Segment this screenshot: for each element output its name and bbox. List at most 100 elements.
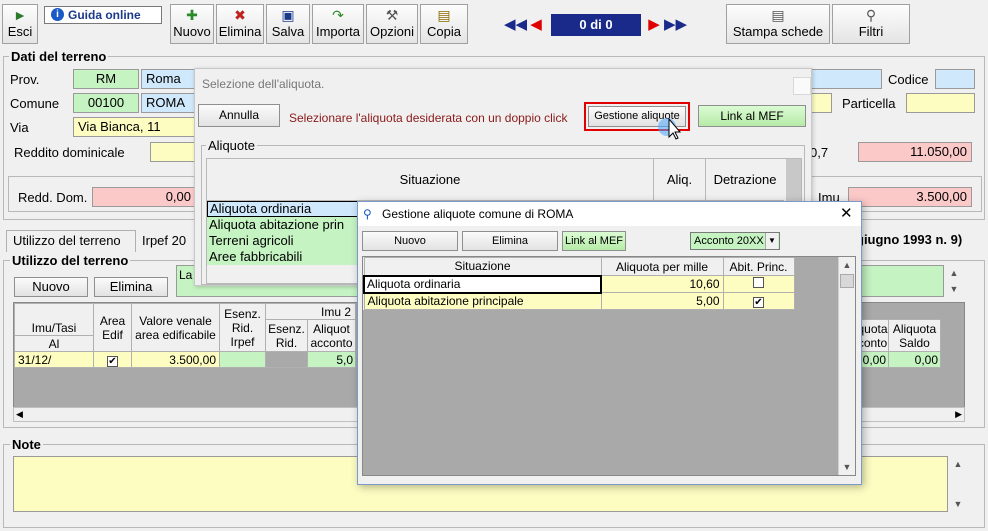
scroll-right-icon[interactable]: ▶ [955, 408, 962, 421]
new-icon: ✚ [186, 7, 198, 23]
redd-dom-field[interactable]: 0,00 [92, 187, 196, 207]
copy-icon: ▤ [437, 7, 451, 23]
col-situazione-header: Situazione [207, 159, 654, 201]
col-abit: Abit. Princ. [722, 257, 795, 276]
annulla-button[interactable]: Annulla [198, 104, 280, 127]
col-valore: Valore venale area edificabile [131, 303, 220, 352]
row-abit[interactable]: ✔ [722, 292, 795, 310]
link-mef-button[interactable]: Link al MEF [698, 105, 806, 127]
cursor-icon [657, 113, 685, 141]
via-field[interactable]: Via Bianca, 11 [73, 117, 201, 137]
dialog-title: Selezione dell'aliquota. [202, 77, 325, 91]
dialog-close-button[interactable] [793, 77, 811, 95]
tab-irpef[interactable]: Irpef 20 [138, 232, 198, 252]
abit-checkbox[interactable]: ✔ [753, 297, 764, 308]
table-row[interactable]: 31/12/ ✔ 3.500,00 5,0 [14, 351, 356, 368]
utilizzo-note-scrollbar[interactable]: ▲ ▼ [946, 265, 963, 297]
scroll-down-icon[interactable]: ▼ [946, 281, 962, 297]
imu-field[interactable]: 3.500,00 [848, 187, 972, 207]
importa-button[interactable]: ↷ Importa [312, 4, 364, 44]
row-aliquota[interactable]: 5,00 [600, 292, 724, 310]
codice-label: Codice [888, 72, 929, 87]
right-pink-field[interactable]: 11.050,00 [858, 142, 972, 162]
record-counter: 0 di 0 [551, 14, 641, 36]
elimina-button[interactable]: ✖ Elimina [216, 4, 264, 44]
tab-utilizzo[interactable]: Utilizzo del terreno [6, 230, 136, 252]
nuovo-button[interactable]: ✚ Nuovo [170, 4, 214, 44]
prov-code-field[interactable]: RM [73, 69, 139, 89]
scroll-down-icon[interactable]: ▼ [839, 459, 855, 475]
exit-icon: ► [13, 7, 27, 23]
period-select[interactable]: Acconto 20XX ▼ [690, 232, 780, 250]
row-situazione[interactable]: Aliquota ordinaria [363, 274, 602, 294]
guida-online-button[interactable]: i Guida online [44, 6, 162, 24]
gestione-aliquote-dialog: ⚲ Gestione aliquote comune di ROMA ✕ Nuo… [357, 201, 862, 485]
col-imu2: Imu 2 [265, 303, 356, 320]
utilizzo-elimina-button[interactable]: Elimina [94, 277, 168, 297]
gestione-link-mef-button[interactable]: Link al MEF [562, 231, 626, 251]
table-row[interactable]: Aliquota ordinaria 10,60 [363, 274, 795, 294]
col-aliq-acconto: Aliquot acconto [307, 319, 356, 352]
save-icon: ▣ [281, 7, 295, 23]
row-situazione[interactable]: Aliquota abitazione principale [363, 292, 602, 310]
particella-field[interactable] [906, 93, 975, 113]
gestione-vscroll[interactable]: ▲ ▼ [838, 257, 855, 475]
abit-checkbox[interactable] [753, 277, 764, 288]
reddito-field[interactable] [150, 142, 200, 162]
table-row[interactable]: Aliquota abitazione principale 5,00 ✔ [363, 292, 795, 310]
scroll-up-icon[interactable]: ▲ [950, 456, 966, 472]
utilizzo-grid-right: quota conto Aliquota Saldo 0,00 0,00 [856, 319, 941, 368]
utilizzo-nuovo-button[interactable]: Nuovo [14, 277, 88, 297]
selezione-message: Selezionare l'aliquota desiderata con un… [289, 111, 568, 125]
row-valore[interactable]: 3.500,00 [131, 351, 220, 368]
row-esenz-rid [265, 351, 308, 368]
nav-first-button[interactable]: ◀◀ [504, 15, 527, 35]
close-icon[interactable]: ✕ [840, 204, 853, 222]
print-icon: ▤ [771, 7, 785, 23]
aliquote-group-title: Aliquote [206, 138, 257, 153]
right-label-07: 0,7 [810, 145, 829, 160]
scroll-up-icon[interactable]: ▲ [946, 265, 962, 281]
row-area-edif[interactable]: ✔ [93, 351, 132, 368]
chevron-down-icon[interactable]: ▼ [765, 233, 778, 249]
salva-button[interactable]: ▣ Salva [266, 4, 310, 44]
row-aliquota[interactable]: 10,60 [600, 275, 724, 293]
row-saldo[interactable]: 0,00 [888, 351, 941, 368]
tab-note-right: giugno 1993 n. 9) [856, 232, 963, 247]
nav-last-button[interactable]: ▶▶ [664, 15, 687, 35]
right-blue-field[interactable] [806, 69, 882, 89]
scroll-thumb[interactable] [840, 274, 854, 288]
scroll-down-icon[interactable]: ▼ [950, 496, 966, 512]
prov-label: Prov. [10, 72, 40, 87]
import-icon: ↷ [332, 7, 344, 23]
prov-name-field[interactable]: Roma [141, 69, 201, 89]
codice-field[interactable] [935, 69, 975, 89]
redd-dom-label: Redd. Dom. [18, 190, 88, 205]
copia-button[interactable]: ▤ Copia [420, 4, 468, 44]
note-title: Note [10, 437, 43, 452]
scroll-up-icon[interactable]: ▲ [839, 257, 855, 273]
row-date[interactable]: 31/12/ [14, 351, 94, 368]
scroll-left-icon[interactable]: ◀ [16, 408, 23, 421]
gestione-grid: Situazione Aliquota per mille Abit. Prin… [363, 257, 795, 310]
area-edif-checkbox[interactable]: ✔ [107, 355, 118, 367]
utilizzo-grid: Imu/Tasi Area Edif Valore venale area ed… [14, 303, 356, 368]
particella-label: Particella [842, 96, 896, 111]
col-aliq-saldo: Aliquota Saldo [888, 319, 941, 352]
note-scrollbar[interactable]: ▲ ▼ [950, 456, 967, 512]
row-acconto[interactable]: 5,0 [307, 351, 356, 368]
col-aliq-header: Aliq. [654, 159, 706, 201]
nav-next-button[interactable]: ▶ [645, 15, 663, 35]
comune-name-field[interactable]: ROMA [141, 93, 201, 113]
row-esenz-irpef[interactable] [219, 351, 266, 368]
stampa-schede-button[interactable]: ▤ Stampa schede [726, 4, 830, 44]
opzioni-button[interactable]: ⚒ Opzioni [366, 4, 418, 44]
gestione-nuovo-button[interactable]: Nuovo [362, 231, 458, 251]
filtri-button[interactable]: ⚲ Filtri [832, 4, 910, 44]
row-abit[interactable] [722, 275, 795, 293]
esci-button[interactable]: ► Esci [2, 4, 38, 44]
comune-code-field[interactable]: 00100 [73, 93, 139, 113]
info-icon: i [51, 8, 64, 21]
gestione-elimina-button[interactable]: Elimina [462, 231, 558, 251]
nav-prev-button[interactable]: ◀ [527, 15, 545, 35]
